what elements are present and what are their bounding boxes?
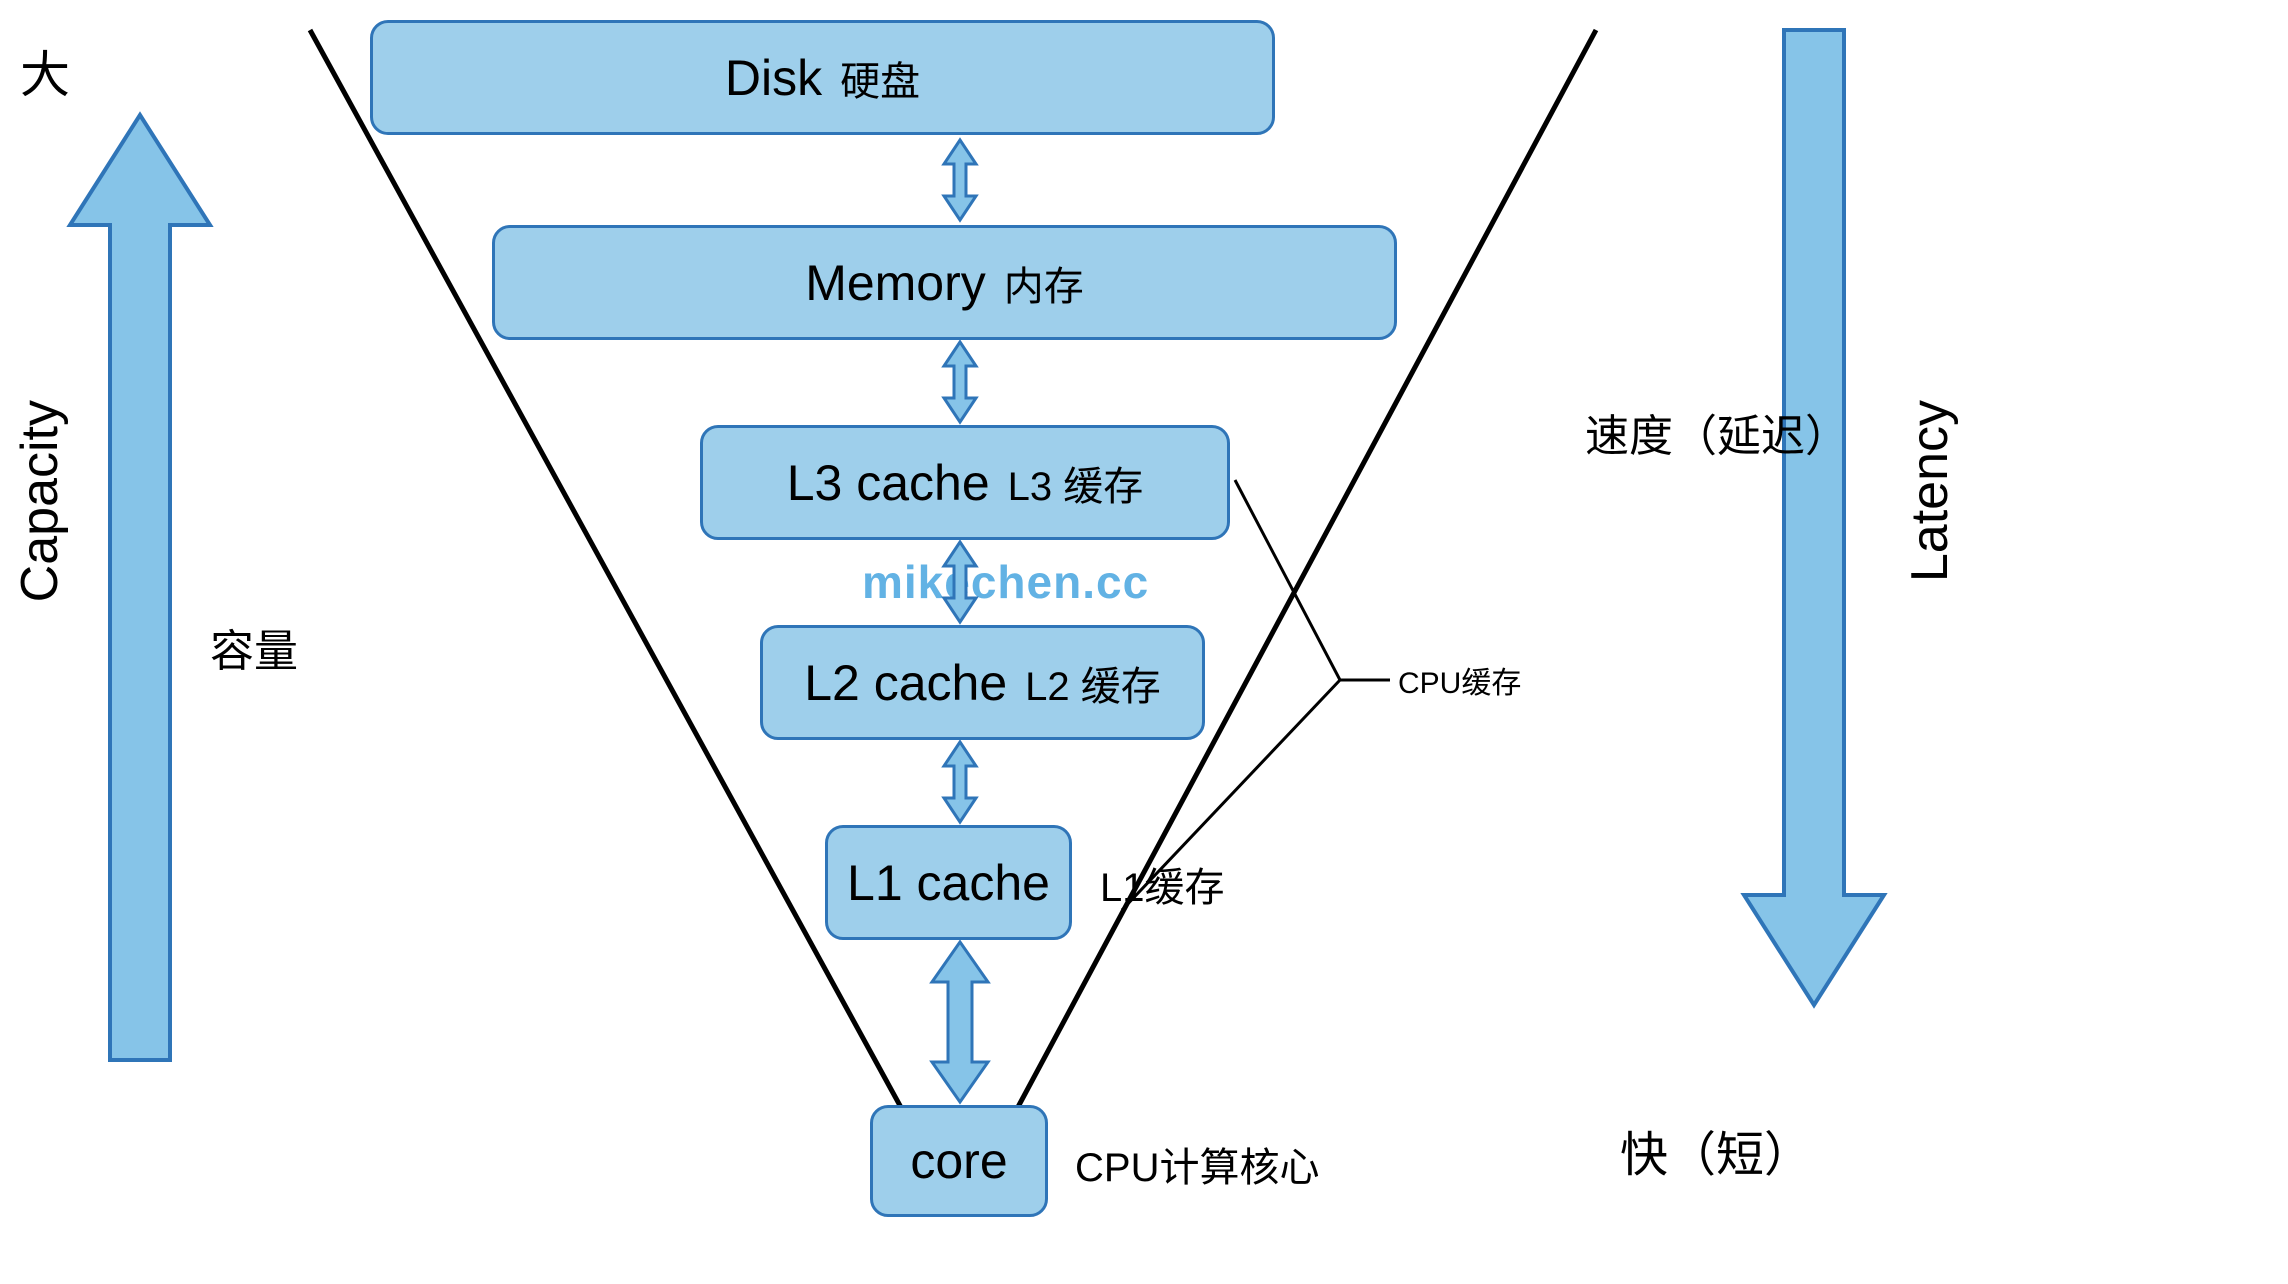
latency-bottom-label: 快（短） — [1620, 1115, 1812, 1185]
arrow-l1-core-icon — [932, 942, 988, 1102]
latency-arrow-icon — [1744, 30, 1884, 1005]
level-memory: Memory 内存 — [492, 225, 1397, 340]
level-l2-cache: L2 cache L2 缓存 — [760, 625, 1205, 740]
l2-label-en: L2 cache — [804, 654, 1007, 712]
capacity-top-label: 大 — [20, 35, 70, 107]
capacity-axis-cn: 容量 — [210, 615, 298, 679]
memory-label-en: Memory — [805, 254, 986, 312]
capacity-axis-en: Capacity — [10, 400, 70, 602]
watermark-text: mikechen.cc — [862, 555, 1149, 609]
cpu-cache-annotation: CPU缓存 — [1398, 658, 1521, 702]
capacity-arrow-icon — [70, 115, 210, 1060]
level-l1-cache: L1 cache — [825, 825, 1072, 940]
arrow-disk-memory-icon — [944, 140, 976, 220]
l1-label-cn: L1缓存 — [1100, 855, 1225, 913]
core-label-en: core — [910, 1132, 1007, 1190]
level-core: core — [870, 1105, 1048, 1217]
l3-label-cn: L3 缓存 — [1008, 454, 1144, 512]
disk-label-cn: 硬盘 — [840, 49, 920, 107]
arrow-l2-l1-icon — [944, 742, 976, 822]
l1-label-en: L1 cache — [847, 854, 1050, 912]
l2-label-cn: L2 缓存 — [1025, 654, 1161, 712]
level-disk: Disk 硬盘 — [370, 20, 1275, 135]
memory-label-cn: 内存 — [1004, 254, 1084, 312]
latency-axis-en: Latency — [1900, 400, 1960, 582]
level-l3-cache: L3 cache L3 缓存 — [700, 425, 1230, 540]
core-label-cn: CPU计算核心 — [1075, 1135, 1319, 1193]
arrow-memory-l3-icon — [944, 342, 976, 422]
latency-axis-cn: 速度（延迟） — [1585, 400, 1849, 464]
disk-label-en: Disk — [725, 49, 822, 107]
l3-label-en: L3 cache — [787, 454, 990, 512]
